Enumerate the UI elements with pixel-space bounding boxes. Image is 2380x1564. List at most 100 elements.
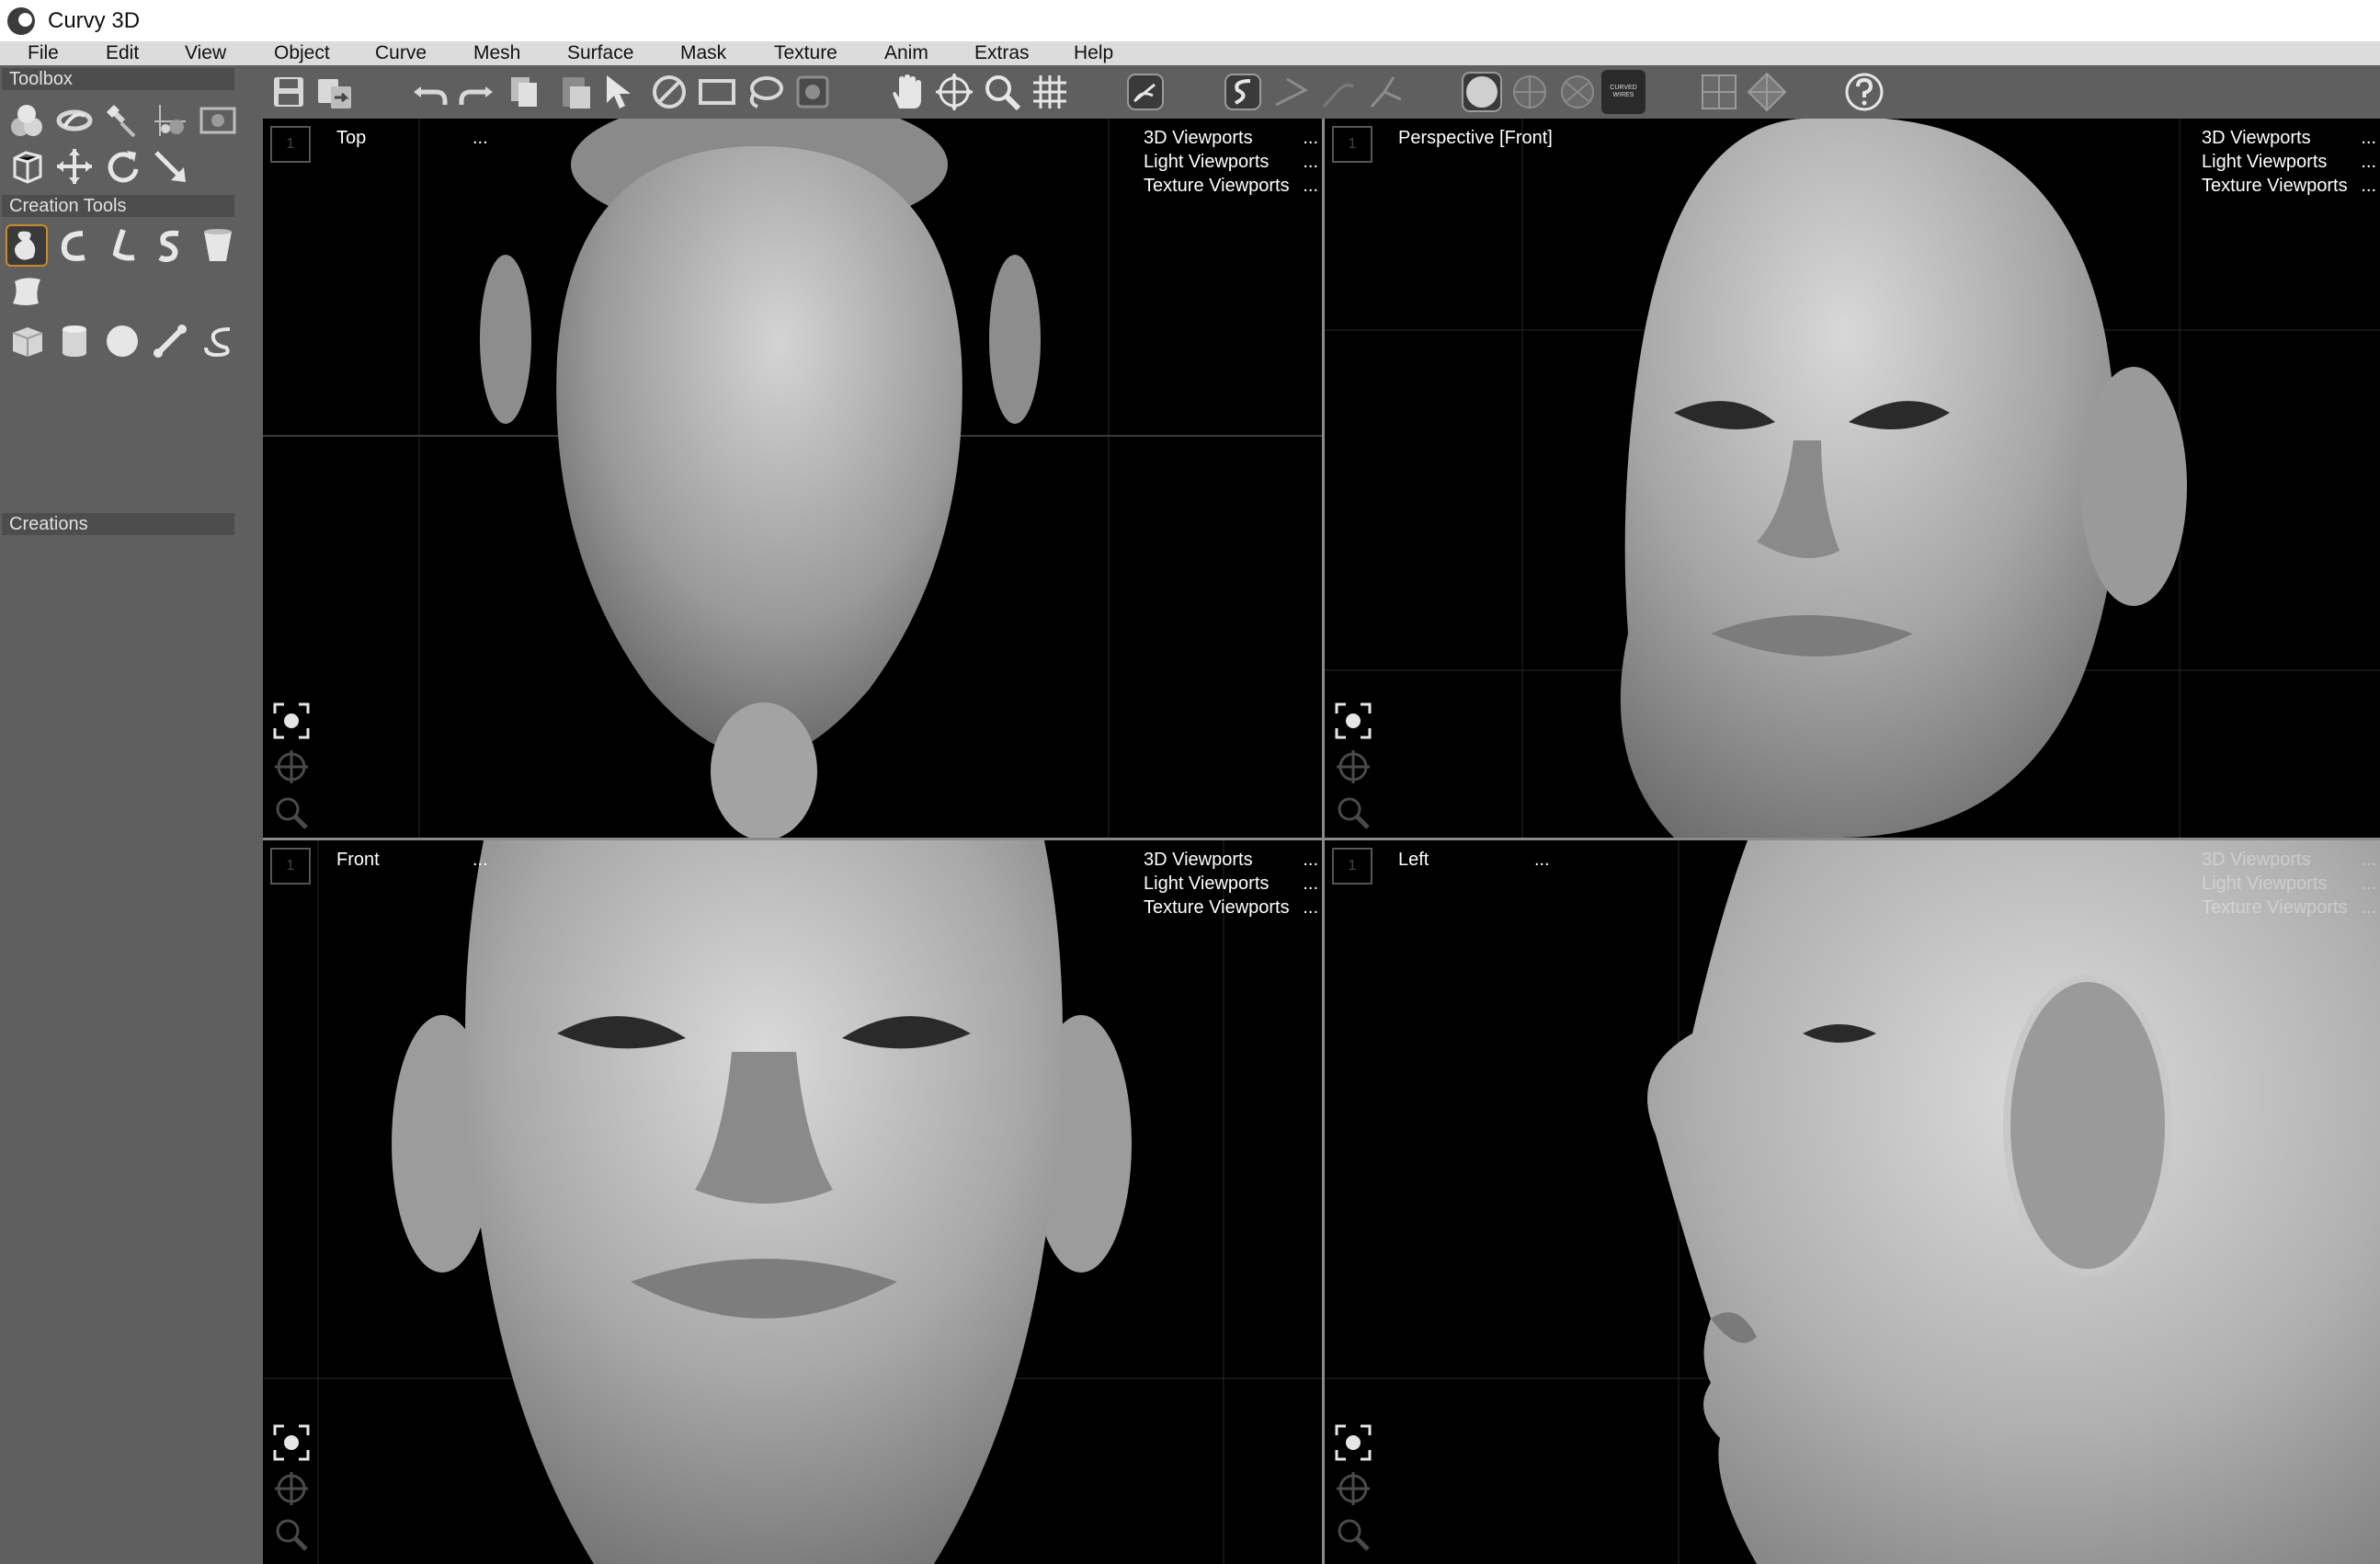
move-tool-icon[interactable]: [53, 145, 96, 188]
bone-primitive-icon[interactable]: [149, 320, 191, 362]
menu-object[interactable]: Object: [274, 42, 330, 64]
sphere-primitive-icon[interactable]: [101, 320, 143, 362]
viewport-left-dots[interactable]: ...: [1534, 850, 1550, 871]
hammer-tool-icon[interactable]: [101, 99, 143, 142]
menu-extras[interactable]: Extras: [974, 42, 1030, 64]
menu-edit[interactable]: Edit: [106, 42, 139, 64]
rectangle-select-icon[interactable]: [695, 70, 739, 114]
viewport-top-label[interactable]: Top: [336, 128, 366, 149]
image-tool-icon[interactable]: [197, 99, 239, 142]
vp-menu-texture[interactable]: Texture Viewports...: [1144, 174, 1318, 198]
leg-creation-tool-icon[interactable]: [101, 224, 143, 267]
bend-creation-tool-icon[interactable]: [53, 224, 96, 267]
diamond-view-icon[interactable]: [1745, 70, 1789, 114]
curve-angle-icon[interactable]: [1269, 70, 1313, 114]
viewport-perspective-number[interactable]: 1: [1332, 126, 1372, 163]
vp-menu-3d[interactable]: 3D Viewports...: [2202, 848, 2376, 872]
vp-menu-texture[interactable]: Texture Viewports...: [2202, 174, 2376, 198]
viewport-splitter-vertical[interactable]: [1322, 119, 1325, 1564]
viewport-splitter-horizontal[interactable]: [263, 838, 2380, 840]
s-curve-creation-tool-icon[interactable]: [149, 224, 191, 267]
zoom-icon[interactable]: [980, 70, 1024, 114]
viewport-perspective-label[interactable]: Perspective [Front]: [1398, 128, 1553, 149]
menu-surface[interactable]: Surface: [567, 42, 633, 64]
viewport-left[interactable]: 1 Left ... 3D Viewports... Light Viewpor…: [1325, 840, 2380, 1564]
menu-texture[interactable]: Texture: [774, 42, 837, 64]
spheres-tool-icon[interactable]: [6, 99, 48, 142]
vp-menu-texture[interactable]: Texture Viewports...: [1144, 896, 1318, 919]
box-tool-icon[interactable]: [6, 145, 48, 188]
redo-icon[interactable]: [454, 70, 498, 114]
viewport-left-number[interactable]: 1: [1332, 848, 1372, 885]
rotate-tool-icon[interactable]: [101, 145, 143, 188]
tube-primitive-icon[interactable]: [197, 320, 239, 362]
scale-tool-icon[interactable]: [149, 145, 191, 188]
curve-edit-icon[interactable]: [1316, 70, 1361, 114]
orbit-view-icon[interactable]: [1332, 746, 1374, 788]
shaded-sphere-icon[interactable]: [1460, 70, 1504, 114]
background-image-icon[interactable]: [1123, 70, 1167, 114]
menu-mask[interactable]: Mask: [680, 42, 726, 64]
lasso-select-icon[interactable]: [743, 70, 787, 114]
mask-select-icon[interactable]: [791, 70, 835, 114]
zoom-view-icon[interactable]: [270, 1513, 313, 1556]
viewport-left-label[interactable]: Left: [1398, 850, 1429, 871]
vp-menu-3d[interactable]: 3D Viewports...: [1144, 126, 1318, 150]
curve-node-icon[interactable]: [1364, 70, 1408, 114]
viewport-front[interactable]: 1 Front ... 3D Viewports... Light Viewpo…: [263, 840, 1322, 1564]
vp-menu-light[interactable]: Light Viewports...: [2202, 872, 2376, 896]
orbit-view-icon[interactable]: [1332, 1467, 1374, 1510]
paint-tool-icon[interactable]: [149, 99, 191, 142]
select-arrow-icon[interactable]: [598, 70, 642, 114]
undo-icon[interactable]: [408, 70, 452, 114]
frame-view-icon[interactable]: [270, 700, 313, 742]
blob-creation-tool-icon[interactable]: [6, 224, 48, 267]
frame-view-icon[interactable]: [270, 1421, 313, 1464]
paste-icon[interactable]: [553, 70, 598, 114]
menu-file[interactable]: File: [28, 42, 59, 64]
viewport-front-label[interactable]: Front: [336, 850, 380, 871]
curved-wires-toggle[interactable]: CURVED WIRES: [1601, 70, 1646, 114]
wire-sphere-icon[interactable]: [1508, 70, 1552, 114]
vp-menu-3d[interactable]: 3D Viewports...: [2202, 126, 2376, 150]
grid-icon[interactable]: [1028, 70, 1072, 114]
zoom-view-icon[interactable]: [1332, 792, 1374, 834]
zoom-view-icon[interactable]: [1332, 1513, 1374, 1556]
save-icon[interactable]: [267, 70, 311, 114]
cylinder-primitive-icon[interactable]: [53, 320, 96, 362]
menu-mesh[interactable]: Mesh: [473, 42, 520, 64]
vp-menu-light[interactable]: Light Viewports...: [1144, 150, 1318, 174]
viewport-front-number[interactable]: 1: [270, 848, 311, 885]
split-view-icon[interactable]: [1697, 70, 1741, 114]
viewport-top-dots[interactable]: ...: [473, 128, 488, 149]
cube-primitive-icon[interactable]: [6, 320, 48, 362]
move-view-icon[interactable]: [932, 70, 976, 114]
menu-help[interactable]: Help: [1074, 42, 1113, 64]
vp-menu-light[interactable]: Light Viewports...: [2202, 150, 2376, 174]
frame-view-icon[interactable]: [1332, 1421, 1374, 1464]
copy-icon[interactable]: [502, 70, 546, 114]
viewport-front-dots[interactable]: ...: [473, 850, 488, 871]
pan-hand-icon[interactable]: [884, 70, 928, 114]
deselect-icon[interactable]: [647, 70, 691, 114]
menu-view[interactable]: View: [185, 42, 226, 64]
help-icon[interactable]: [1842, 70, 1886, 114]
mesh-sphere-icon[interactable]: [1555, 70, 1600, 114]
orbit-view-icon[interactable]: [270, 1467, 313, 1510]
curve-s-icon[interactable]: [1221, 70, 1265, 114]
viewport-top-number[interactable]: 1: [270, 126, 311, 163]
viewport-top[interactable]: 1 Top ... 3D Viewports... Light Viewport…: [263, 119, 1322, 838]
twist-tool-icon[interactable]: [53, 99, 96, 142]
menu-curve[interactable]: Curve: [375, 42, 427, 64]
menu-anim[interactable]: Anim: [884, 42, 928, 64]
cup-creation-tool-icon[interactable]: [197, 224, 239, 267]
vp-menu-3d[interactable]: 3D Viewports...: [1144, 848, 1318, 872]
save-as-icon[interactable]: [313, 70, 357, 114]
vp-menu-light[interactable]: Light Viewports...: [1144, 872, 1318, 896]
orbit-view-icon[interactable]: [270, 746, 313, 788]
sheet-creation-tool-icon[interactable]: [6, 270, 48, 313]
vp-menu-texture[interactable]: Texture Viewports...: [2202, 896, 2376, 919]
frame-view-icon[interactable]: [1332, 700, 1374, 742]
viewport-perspective[interactable]: 1 Perspective [Front] 3D Viewports... Li…: [1325, 119, 2380, 838]
zoom-view-icon[interactable]: [270, 792, 313, 834]
